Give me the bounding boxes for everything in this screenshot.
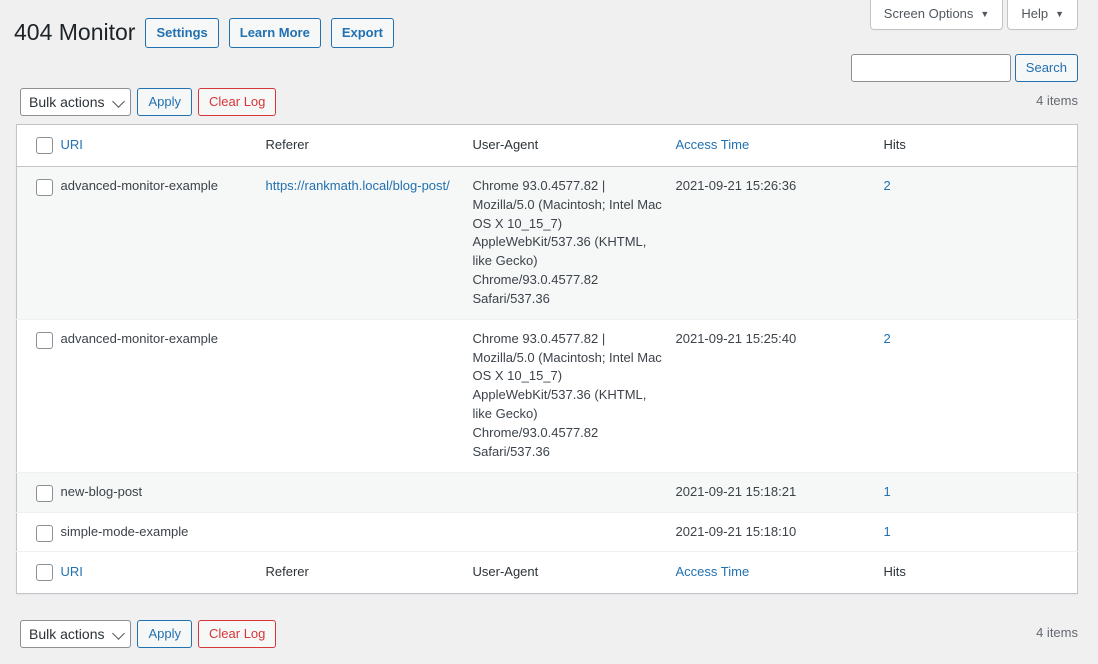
page-header: 404 Monitor Settings Learn More Export <box>14 18 395 48</box>
cell-user-agent: Chrome 93.0.4577.82 | Mozilla/5.0 (Macin… <box>472 177 662 306</box>
column-label-access-time[interactable]: Access Time <box>676 564 750 579</box>
cell-uri: advanced-monitor-example <box>60 330 219 346</box>
learn-more-button[interactable]: Learn More <box>228 18 321 48</box>
cell-access-time: 2021-09-21 15:18:10 <box>675 523 797 539</box>
cell-access-time: 2021-09-21 15:26:36 <box>675 177 797 193</box>
row-checkbox[interactable] <box>36 178 53 196</box>
screen-options-tab[interactable]: Screen Options ▼ <box>869 0 1004 30</box>
column-header-hits-bottom: Hits <box>884 552 1078 594</box>
apply-button-top[interactable]: Apply <box>137 88 193 116</box>
row-select-cell <box>17 166 61 319</box>
cell-access-time: 2021-09-21 15:25:40 <box>675 330 797 346</box>
hits-link[interactable]: 1 <box>884 524 891 539</box>
column-header-uri-top[interactable]: URI <box>61 125 266 167</box>
cell-uri: new-blog-post <box>60 483 143 499</box>
hits-link[interactable]: 2 <box>884 178 891 193</box>
clear-log-button-bottom[interactable]: Clear Log <box>198 620 277 648</box>
row-checkbox[interactable] <box>36 524 53 542</box>
cell-referer <box>266 319 473 472</box>
column-label-user-agent: User-Agent <box>472 137 539 152</box>
column-label-hits: Hits <box>883 137 906 152</box>
column-header-referer-top: Referer <box>266 125 473 167</box>
cell-referer <box>266 472 473 512</box>
cell-user-agent <box>473 472 676 512</box>
cell-hits: 1 <box>884 512 1078 552</box>
page-title: 404 Monitor <box>14 19 136 46</box>
column-label-access-time[interactable]: Access Time <box>676 137 750 152</box>
cell-user-agent <box>473 512 676 552</box>
table-row: advanced-monitor-example https://rankmat… <box>16 166 1078 320</box>
table-footer-row: URI Referer User-Agent Access Time Hits <box>16 551 1078 594</box>
bulk-actions-group-bottom: Bulk actions Apply Clear Log <box>20 620 277 648</box>
table-row: advanced-monitor-example Chrome 93.0.457… <box>16 319 1078 473</box>
chevron-down-icon: ▼ <box>980 8 990 19</box>
cell-hits: 2 <box>884 166 1078 319</box>
table-row: new-blog-post 2021-09-21 15:18:21 1 <box>16 472 1078 512</box>
bulk-actions-select-bottom[interactable]: Bulk actions <box>20 620 132 648</box>
column-header-hits-top: Hits <box>884 125 1078 167</box>
column-header-referer-bottom: Referer <box>266 552 473 594</box>
chevron-down-icon <box>112 627 126 640</box>
help-tab[interactable]: Help ▼ <box>1007 0 1078 30</box>
table-head: URI Referer User-Agent Access Time Hits <box>16 125 1078 167</box>
screen-options-label: Screen Options <box>883 6 974 21</box>
select-all-header-bottom <box>17 552 61 594</box>
bulk-actions-selected-label: Bulk actions <box>29 626 105 642</box>
bulk-actions-group-top: Bulk actions Apply Clear Log <box>20 88 277 116</box>
screen-meta-links: Screen Options ▼ Help ▼ <box>869 0 1078 30</box>
tablenav-top: Bulk actions Apply Clear Log 4 items <box>20 88 1078 118</box>
row-select-cell <box>17 472 61 512</box>
cell-uri: advanced-monitor-example <box>60 177 219 193</box>
row-checkbox[interactable] <box>36 331 53 349</box>
column-label-referer: Referer <box>265 137 309 152</box>
column-label-hits: Hits <box>883 564 906 580</box>
cell-referer: https://rankmath.local/blog-post/ <box>266 166 473 319</box>
cell-uri: simple-mode-example <box>60 523 189 539</box>
table-body: advanced-monitor-example https://rankmat… <box>16 166 1078 552</box>
search-input[interactable] <box>850 54 1011 82</box>
hits-link[interactable]: 1 <box>884 484 891 499</box>
column-header-access-time-bottom[interactable]: Access Time <box>676 552 884 594</box>
select-all-checkbox-top[interactable] <box>36 137 53 155</box>
export-button[interactable]: Export <box>330 18 395 48</box>
column-header-user-agent-bottom: User-Agent <box>473 552 676 594</box>
column-label-referer: Referer <box>265 564 309 580</box>
apply-button-bottom[interactable]: Apply <box>137 620 193 648</box>
select-all-header-top <box>17 125 61 167</box>
column-header-access-time-top[interactable]: Access Time <box>676 125 884 167</box>
column-label-uri[interactable]: URI <box>61 564 83 579</box>
settings-button[interactable]: Settings <box>145 18 219 48</box>
cell-hits: 1 <box>884 472 1078 512</box>
cell-access-time: 2021-09-21 15:18:21 <box>675 483 797 499</box>
help-label: Help <box>1021 6 1049 21</box>
row-checkbox[interactable] <box>36 484 53 502</box>
table-foot: URI Referer User-Agent Access Time Hits <box>16 551 1078 594</box>
row-select-cell <box>17 319 61 472</box>
bulk-actions-select-top[interactable]: Bulk actions <box>20 88 132 116</box>
chevron-down-icon <box>112 95 126 108</box>
column-header-user-agent-top: User-Agent <box>473 125 676 167</box>
table-row: simple-mode-example 2021-09-21 15:18:10 … <box>16 512 1078 552</box>
displaying-num-bottom: 4 items <box>1036 625 1078 640</box>
404-monitor-table: URI Referer User-Agent Access Time Hits … <box>16 124 1078 595</box>
column-label-user-agent: User-Agent <box>472 564 539 580</box>
displaying-num-top: 4 items <box>1036 93 1078 108</box>
row-select-cell <box>17 512 61 552</box>
column-header-uri-bottom[interactable]: URI <box>61 552 266 594</box>
cell-referer <box>266 512 473 552</box>
column-label-uri[interactable]: URI <box>61 137 83 152</box>
table-header-row: URI Referer User-Agent Access Time Hits <box>16 125 1078 167</box>
chevron-down-icon: ▼ <box>1055 8 1064 19</box>
search-box: Search <box>850 54 1078 82</box>
clear-log-button-top[interactable]: Clear Log <box>198 88 277 116</box>
tablenav-bottom: Bulk actions Apply Clear Log 4 items <box>20 620 1078 650</box>
select-all-checkbox-bottom[interactable] <box>36 564 53 582</box>
search-button[interactable]: Search <box>1014 54 1078 82</box>
cell-user-agent: Chrome 93.0.4577.82 | Mozilla/5.0 (Macin… <box>472 330 662 459</box>
bulk-actions-selected-label: Bulk actions <box>29 94 105 110</box>
referer-link[interactable]: https://rankmath.local/blog-post/ <box>266 178 450 193</box>
cell-hits: 2 <box>884 319 1078 472</box>
hits-link[interactable]: 2 <box>884 331 891 346</box>
